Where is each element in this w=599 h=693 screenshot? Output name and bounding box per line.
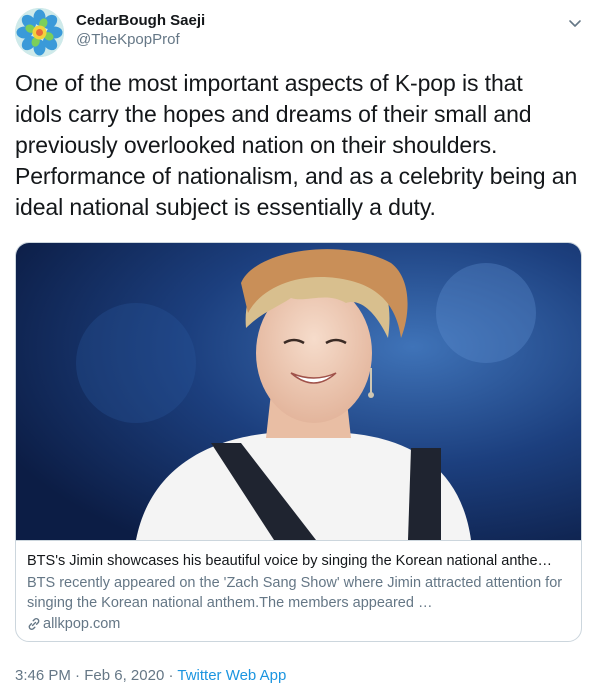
link-icon <box>28 618 40 630</box>
author-name[interactable]: CedarBough Saeji <box>76 12 205 30</box>
card-image <box>16 243 581 540</box>
card-description: BTS recently appeared on the 'Zach Sang … <box>27 575 563 611</box>
tweet-date[interactable]: Feb 6, 2020 <box>84 667 164 684</box>
card-body[interactable]: BTS's Jimin showcases his beautiful voic… <box>16 540 581 641</box>
tweet-time[interactable]: 3:46 PM <box>15 667 71 684</box>
tweet-source-link[interactable]: Twitter Web App <box>177 667 286 684</box>
footer-separator: · <box>75 667 81 684</box>
avatar[interactable] <box>15 8 64 57</box>
tweet-footer: 3:46 PM · Feb 6, 2020 · Twitter Web App <box>15 667 286 685</box>
flower-avatar-icon <box>15 8 64 57</box>
card-title[interactable]: BTS's Jimin showcases his beautiful voic… <box>27 552 572 571</box>
card-domain-text: allkpop.com <box>43 616 121 632</box>
tweet-text: One of the most important aspects of K-p… <box>15 70 578 220</box>
card-domain[interactable]: allkpop.com <box>27 615 120 634</box>
chevron-down-icon <box>569 20 581 27</box>
link-card[interactable]: BTS's Jimin showcases his beautiful voic… <box>15 242 582 642</box>
author-handle[interactable]: @TheKpopProf <box>76 31 180 49</box>
footer-separator-2: · <box>168 667 174 684</box>
tweet-menu-button[interactable] <box>564 12 586 34</box>
